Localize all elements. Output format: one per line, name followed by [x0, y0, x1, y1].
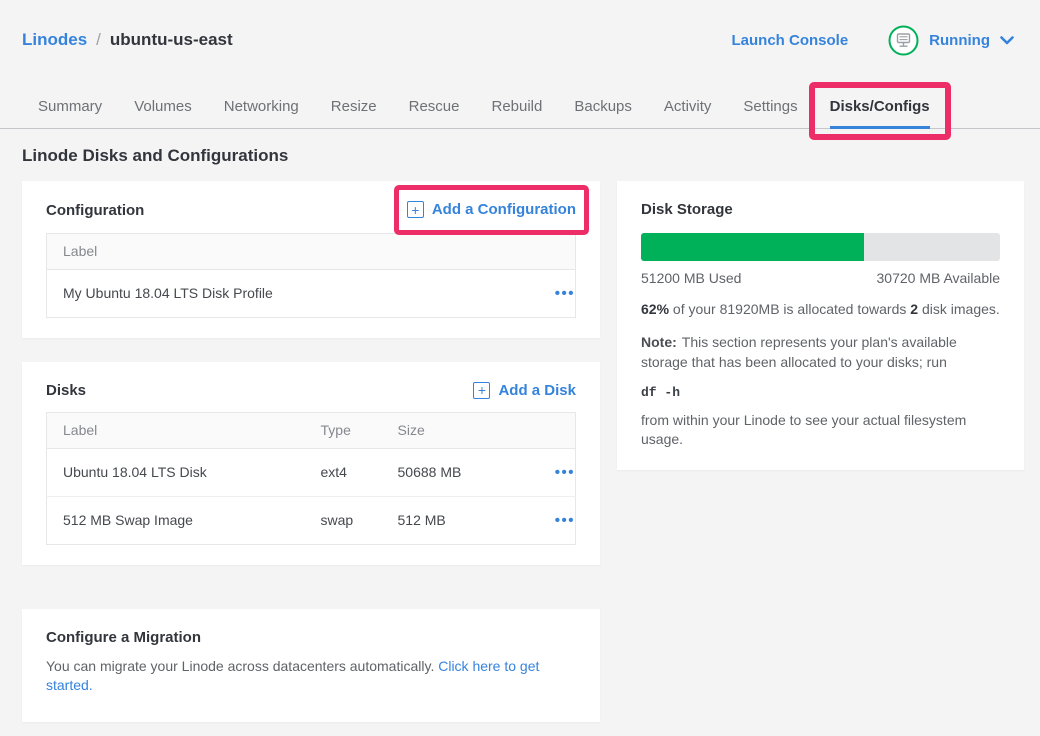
tab-networking[interactable]: Networking	[224, 98, 299, 128]
header-actions: Launch Console Running	[731, 25, 1014, 56]
disk-size: 50688 MB	[382, 448, 514, 496]
disk-storage-panel: Disk Storage 51200 MB Used 30720 MB Avai…	[617, 181, 1024, 470]
add-disk-label: Add a Disk	[498, 382, 576, 399]
tab-volumes[interactable]: Volumes	[134, 98, 192, 128]
tab-summary[interactable]: Summary	[38, 98, 102, 128]
configuration-column-label: Label	[47, 233, 502, 269]
page-header: Linodes / ubuntu-us-east Launch Console …	[0, 0, 1040, 64]
allocation-end-text: disk images.	[918, 301, 1000, 317]
migration-body-text: You can migrate your Linode across datac…	[46, 658, 438, 674]
add-configuration-label: Add a Configuration	[432, 201, 576, 218]
storage-allocation-summary: 62% of your 81920MB is allocated towards…	[641, 300, 1000, 319]
page-title: Linode Disks and Configurations	[22, 146, 1024, 166]
disks-column-size: Size	[382, 412, 514, 448]
note-tail-text: from within your Linode to see your actu…	[641, 411, 1000, 450]
tab-disks-configs[interactable]: Disks/Configs	[830, 98, 930, 128]
launch-console-link[interactable]: Launch Console	[731, 32, 848, 49]
disk-label: 512 MB Swap Image	[47, 496, 305, 544]
configuration-row: My Ubuntu 18.04 LTS Disk Profile •••	[47, 269, 576, 317]
linode-status-menu[interactable]: Running	[888, 25, 1014, 56]
breadcrumb-separator: /	[96, 30, 101, 50]
migration-description: You can migrate your Linode across datac…	[46, 657, 576, 696]
tab-rebuild[interactable]: Rebuild	[491, 98, 542, 128]
disk-type: swap	[305, 496, 382, 544]
disk-label: Ubuntu 18.04 LTS Disk	[47, 448, 305, 496]
add-configuration-button[interactable]: + Add a Configuration	[407, 201, 576, 218]
allocation-percent: 62%	[641, 301, 669, 317]
plus-square-icon: +	[407, 201, 424, 218]
status-badge: Running	[929, 32, 990, 49]
disk-row-ubuntu: Ubuntu 18.04 LTS Disk ext4 50688 MB •••	[47, 448, 576, 496]
tab-activity[interactable]: Activity	[664, 98, 712, 128]
disks-panel: Disks + Add a Disk Label Type Size	[22, 362, 600, 565]
allocation-count: 2	[910, 301, 918, 317]
disk-storage-title: Disk Storage	[641, 201, 733, 218]
storage-progress-bar	[641, 233, 1000, 261]
disk-actions-menu-icon[interactable]: •••	[555, 512, 575, 529]
tab-disks-configs-label: Disks/Configs	[830, 98, 930, 115]
disk-type: ext4	[305, 448, 382, 496]
breadcrumb-linodes-link[interactable]: Linodes	[22, 30, 87, 50]
df-command-code: df -h	[641, 385, 1000, 400]
disks-panel-title: Disks	[46, 382, 86, 399]
configuration-panel: Configuration + Add a Configuration Labe…	[22, 181, 600, 338]
storage-progress-fill	[641, 233, 864, 261]
disks-column-label: Label	[47, 412, 305, 448]
breadcrumb: Linodes / ubuntu-us-east	[22, 30, 233, 50]
configuration-row-label: My Ubuntu 18.04 LTS Disk Profile	[47, 269, 502, 317]
linode-tabbar: Summary Volumes Networking Resize Rescue…	[0, 98, 1040, 129]
main-content: Linode Disks and Configurations Configur…	[0, 146, 1040, 722]
storage-available-label: 30720 MB Available	[877, 270, 1001, 286]
add-disk-button[interactable]: + Add a Disk	[473, 382, 576, 399]
configuration-table: Label My Ubuntu 18.04 LTS Disk Profile •…	[46, 233, 576, 318]
server-status-icon	[888, 25, 919, 56]
allocation-middle-text: of your 81920MB is allocated towards	[669, 301, 910, 317]
storage-note: Note:This section represents your plan's…	[641, 333, 1000, 372]
configuration-panel-title: Configuration	[46, 202, 144, 219]
chevron-down-icon[interactable]	[1000, 36, 1014, 45]
disk-row-swap: 512 MB Swap Image swap 512 MB •••	[47, 496, 576, 544]
disks-table: Label Type Size Ubuntu 18.04 LTS Disk ex…	[46, 412, 576, 545]
disk-actions-menu-icon[interactable]: •••	[555, 464, 575, 481]
migration-panel: Configure a Migration You can migrate yo…	[22, 609, 600, 722]
tab-settings[interactable]: Settings	[743, 98, 797, 128]
disks-column-type: Type	[305, 412, 382, 448]
tab-backups[interactable]: Backups	[574, 98, 632, 128]
breadcrumb-current-linode: ubuntu-us-east	[110, 30, 233, 50]
storage-used-label: 51200 MB Used	[641, 270, 741, 286]
configuration-actions-menu-icon[interactable]: •••	[555, 285, 575, 302]
note-body-text: This section represents your plan's avai…	[641, 334, 957, 369]
tab-resize[interactable]: Resize	[331, 98, 377, 128]
migration-panel-title: Configure a Migration	[46, 629, 201, 646]
disk-size: 512 MB	[382, 496, 514, 544]
note-label: Note:	[641, 334, 677, 350]
tab-rescue[interactable]: Rescue	[409, 98, 460, 128]
plus-square-icon: +	[473, 382, 490, 399]
